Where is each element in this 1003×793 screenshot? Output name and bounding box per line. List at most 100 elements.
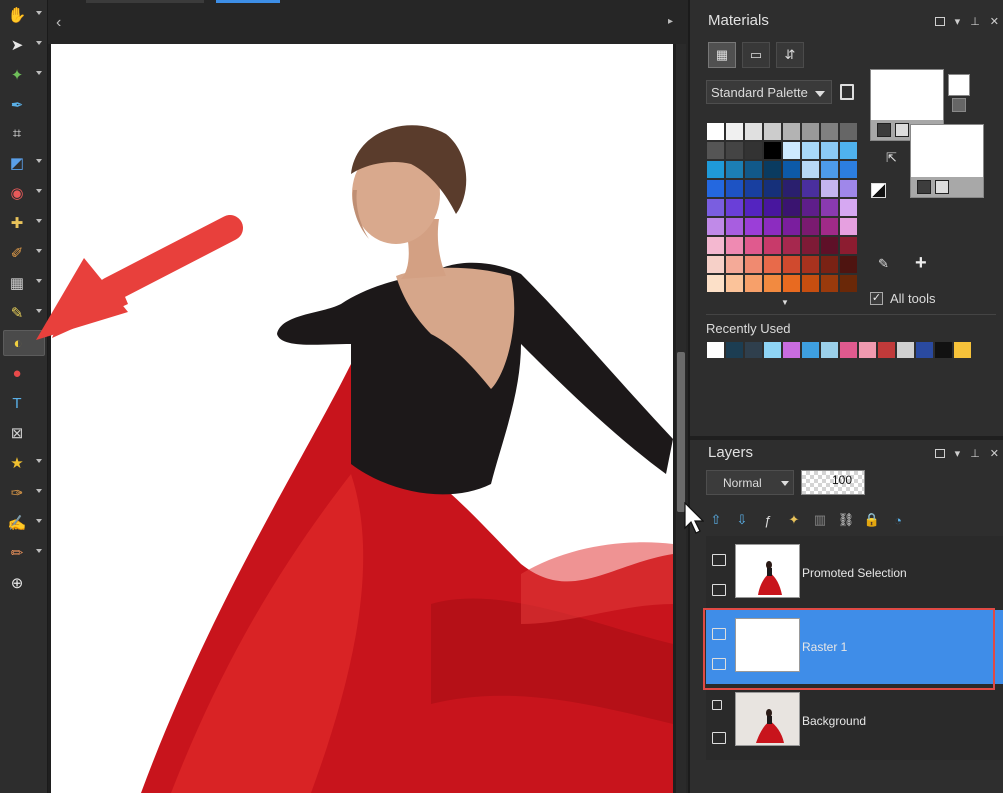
layer-row-raster-1[interactable]: Raster 1 [706, 610, 1003, 684]
palette-dropdown[interactable]: Standard Palette [706, 80, 832, 104]
color-swatch[interactable] [839, 141, 858, 160]
color-swatch[interactable] [725, 179, 744, 198]
pin-icon[interactable]: ⊥ [970, 447, 980, 460]
recent-color-swatch[interactable] [725, 341, 744, 359]
color-swatch[interactable] [763, 198, 782, 217]
color-swatch[interactable] [744, 217, 763, 236]
recent-color-swatch[interactable] [915, 341, 934, 359]
color-swatch[interactable] [820, 179, 839, 198]
color-swatch[interactable] [744, 255, 763, 274]
layer-effects-icon[interactable]: ƒ [758, 510, 778, 530]
color-swatch[interactable] [763, 236, 782, 255]
recent-color-swatch[interactable] [858, 341, 877, 359]
color-swatch[interactable] [763, 255, 782, 274]
color-swatch[interactable] [725, 198, 744, 217]
color-swatch[interactable] [820, 236, 839, 255]
recent-color-swatch[interactable] [763, 341, 782, 359]
opacity-field[interactable]: 100 [801, 470, 865, 495]
color-swatch[interactable] [801, 141, 820, 160]
delete-layer-icon[interactable]: ◔ [888, 510, 908, 530]
panel-divider[interactable] [690, 436, 1003, 440]
color-swatch[interactable] [839, 255, 858, 274]
color-swatch[interactable] [782, 255, 801, 274]
color-swatch[interactable] [744, 122, 763, 141]
color-swatch[interactable] [706, 160, 725, 179]
color-swatch[interactable] [782, 236, 801, 255]
color-swatch[interactable] [706, 255, 725, 274]
color-swatch[interactable] [725, 141, 744, 160]
color-swatch[interactable] [839, 179, 858, 198]
new-layer-icon[interactable]: ⇧ [706, 510, 726, 530]
recent-color-swatch[interactable] [820, 341, 839, 359]
color-swatch[interactable] [801, 122, 820, 141]
eye-icon[interactable] [712, 584, 726, 596]
transparent-mode-icon[interactable] [895, 123, 909, 137]
color-swatch[interactable] [782, 179, 801, 198]
color-swatch[interactable] [744, 236, 763, 255]
lock-icon[interactable]: 🔒 [862, 510, 882, 530]
eyedropper-icon[interactable]: ✎ [878, 256, 889, 272]
color-swatch[interactable] [839, 160, 858, 179]
color-mode-icon[interactable] [877, 123, 891, 137]
color-swatch[interactable] [801, 274, 820, 293]
color-swatch[interactable] [706, 236, 725, 255]
color-swatch[interactable] [820, 122, 839, 141]
color-swatch[interactable] [839, 236, 858, 255]
color-swatch[interactable] [820, 141, 839, 160]
reset-colors-icon[interactable] [871, 183, 886, 198]
layer-row-promoted-selection[interactable]: Promoted Selection [706, 536, 1003, 610]
color-swatch[interactable] [801, 179, 820, 198]
color-swatch[interactable] [782, 217, 801, 236]
color-swatch[interactable] [782, 141, 801, 160]
transparent-mode-icon[interactable] [935, 180, 949, 194]
palette-library-icon[interactable] [840, 84, 854, 100]
color-swatch[interactable] [763, 122, 782, 141]
color-swatch[interactable] [801, 236, 820, 255]
color-swatch[interactable] [801, 217, 820, 236]
color-swatch[interactable] [763, 217, 782, 236]
eye-icon[interactable] [712, 658, 726, 670]
color-swatch[interactable] [706, 141, 725, 160]
color-swatch[interactable] [725, 255, 744, 274]
swatches-tab[interactable]: ▦ [708, 42, 736, 68]
add-swatch-icon[interactable]: + [915, 252, 927, 275]
recent-color-swatch[interactable] [782, 341, 801, 359]
color-swatch[interactable] [744, 274, 763, 293]
panel-menu-icon[interactable]: ▾ [955, 15, 961, 28]
recent-color-swatch[interactable] [934, 341, 953, 359]
background-swatch[interactable] [910, 124, 984, 198]
color-swatch[interactable] [782, 198, 801, 217]
swap-colors-icon[interactable]: ⇱ [886, 150, 902, 166]
recent-color-swatch[interactable] [839, 341, 858, 359]
color-swatch[interactable] [839, 217, 858, 236]
pin-icon[interactable]: ⊥ [970, 15, 980, 28]
color-swatch[interactable] [820, 217, 839, 236]
blend-mode-dropdown[interactable]: Normal [706, 470, 794, 495]
link-icon[interactable]: ⛓ [836, 510, 856, 530]
foreground-texture-chip[interactable] [952, 98, 966, 112]
all-tools-checkbox[interactable]: ✓ [870, 292, 883, 305]
layer-row-background[interactable]: Background [706, 684, 1003, 758]
eye-icon[interactable] [712, 732, 726, 744]
frame-tab[interactable]: ⇵ [776, 42, 804, 68]
color-swatch[interactable] [706, 198, 725, 217]
float-panel-icon[interactable] [934, 449, 945, 458]
color-swatch[interactable] [706, 217, 725, 236]
color-swatch[interactable] [820, 255, 839, 274]
close-icon[interactable]: ✕ [990, 447, 999, 460]
color-swatch[interactable] [801, 255, 820, 274]
layer-group-icon[interactable] [712, 554, 726, 566]
color-swatch[interactable] [820, 198, 839, 217]
color-swatch[interactable] [744, 160, 763, 179]
recent-color-swatch[interactable] [801, 341, 820, 359]
layer-group-icon[interactable] [712, 628, 726, 640]
color-swatch[interactable] [725, 160, 744, 179]
float-panel-icon[interactable] [934, 17, 945, 26]
color-swatch[interactable] [782, 160, 801, 179]
color-swatch[interactable] [782, 122, 801, 141]
recent-color-swatch[interactable] [744, 341, 763, 359]
recent-color-swatch[interactable] [953, 341, 972, 359]
color-swatch[interactable] [744, 179, 763, 198]
color-swatch[interactable] [839, 274, 858, 293]
merge-down-icon[interactable]: ⇩ [732, 510, 752, 530]
